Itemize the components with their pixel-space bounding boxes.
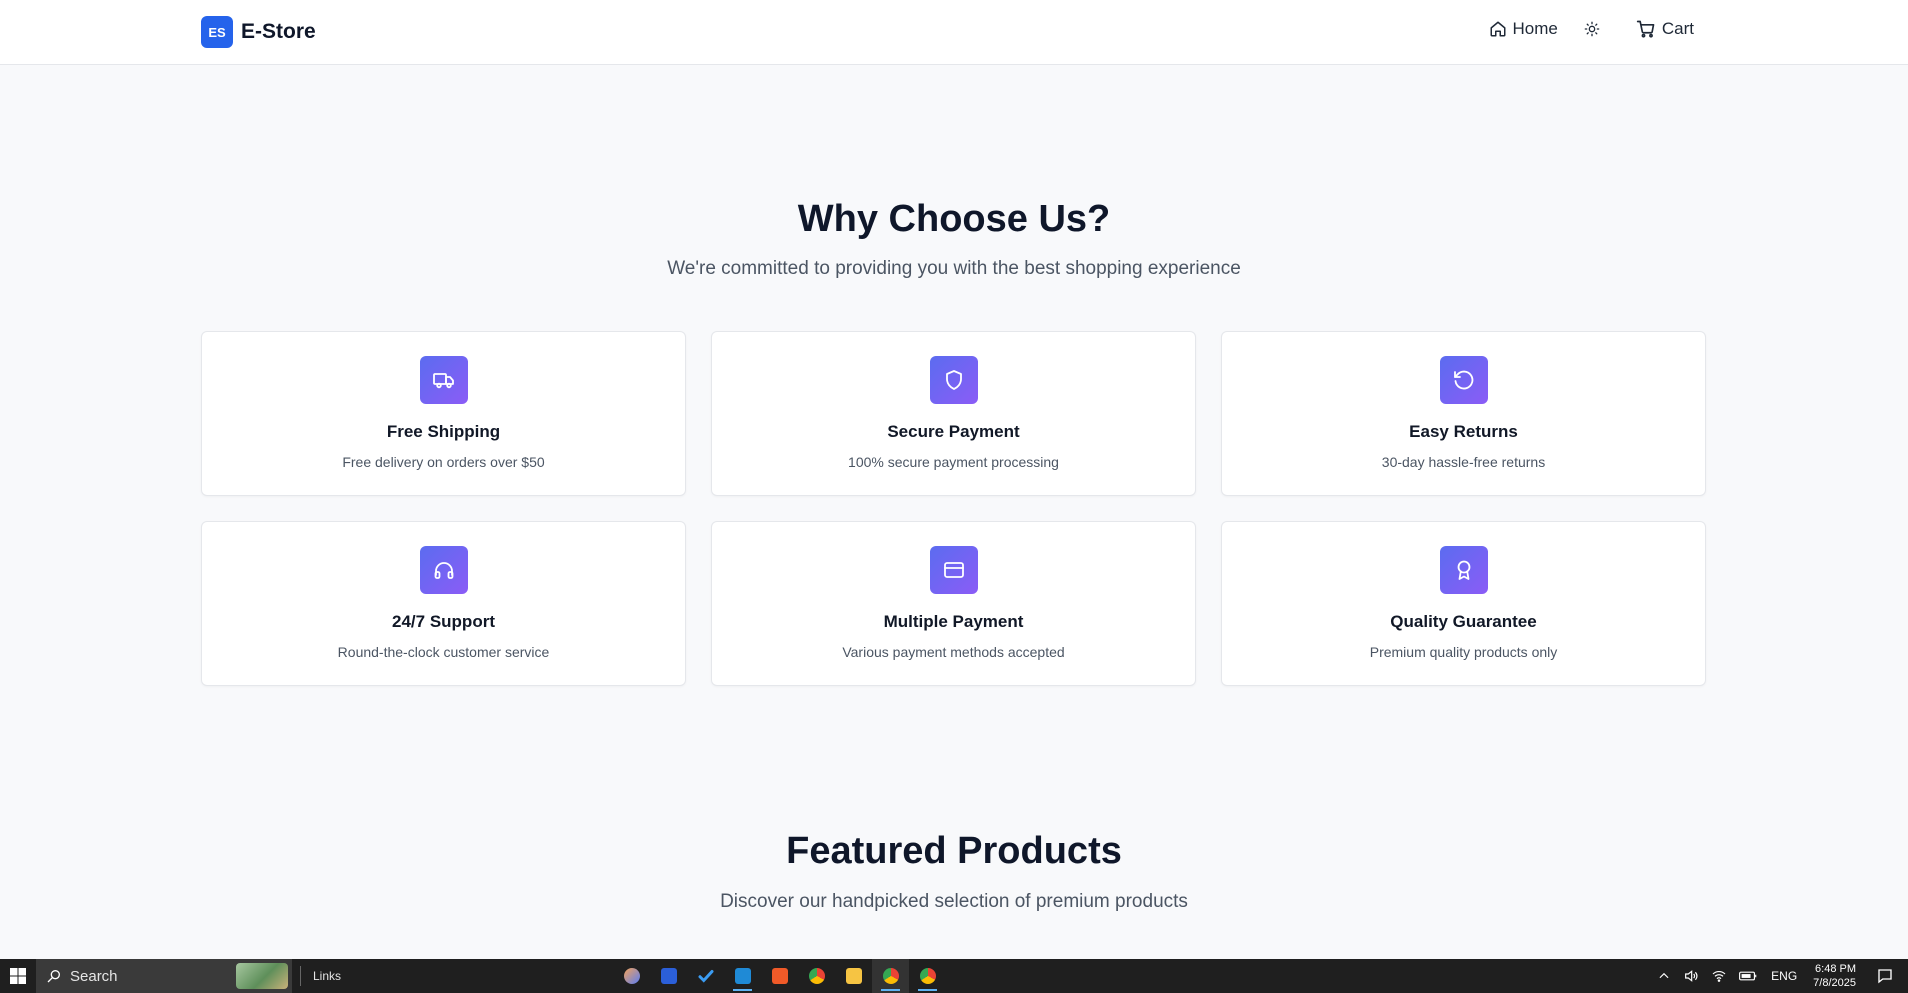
taskbar-app-todo[interactable] xyxy=(687,959,724,993)
cart-icon xyxy=(1636,20,1655,38)
nav-menu: Home Cart xyxy=(1489,19,1694,39)
clock[interactable]: 6:48 PM 7/8/2025 xyxy=(1813,962,1856,990)
why-choose-us-heading: Why Choose Us? xyxy=(797,198,1111,240)
screen: ES E-Store Home Cart Why Choose Us? We'r… xyxy=(0,0,1908,993)
taskbar-apps xyxy=(613,959,946,993)
nav-cart-link[interactable]: Cart xyxy=(1636,19,1694,39)
checkmark-icon xyxy=(698,970,713,983)
credit-card-icon xyxy=(929,546,978,594)
taskbar-app-chrome-active[interactable] xyxy=(872,959,909,993)
chrome-icon xyxy=(919,968,936,984)
system-tray: ENG 6:48 PM 7/8/2025 xyxy=(1651,962,1908,990)
folder-icon xyxy=(845,968,862,984)
feature-title: Multiple Payment xyxy=(883,612,1024,631)
featured-products-heading: Featured Products xyxy=(786,830,1122,872)
speaker-icon[interactable] xyxy=(1683,968,1699,984)
why-choose-us-subtitle: We're committed to providing you with th… xyxy=(667,258,1241,279)
headphones-icon xyxy=(419,546,468,594)
brave-icon xyxy=(771,968,788,984)
navbar: ES E-Store Home Cart xyxy=(0,0,1908,65)
taskbar-search[interactable]: Search xyxy=(36,959,292,993)
taskbar-app-chrome[interactable] xyxy=(798,959,835,993)
taskbar-app-word[interactable] xyxy=(650,959,687,993)
start-button[interactable] xyxy=(0,959,36,993)
shield-icon xyxy=(929,356,978,404)
taskbar: Search Links ENG 6:48 PM 7/8/2025 xyxy=(0,959,1908,993)
feature-title: Quality Guarantee xyxy=(1390,612,1537,631)
chrome-icon xyxy=(808,968,825,984)
feature-description: Premium quality products only xyxy=(1369,644,1558,660)
vscode-icon xyxy=(734,968,751,984)
rotate-ccw-icon xyxy=(1439,356,1488,404)
feature-card-free-shipping: Free Shipping Free delivery on orders ov… xyxy=(201,331,686,496)
language-indicator[interactable]: ENG xyxy=(1771,969,1797,983)
word-icon xyxy=(660,968,677,984)
features-grid: Free Shipping Free delivery on orders ov… xyxy=(201,331,1706,686)
search-placeholder: Search xyxy=(70,967,118,985)
brand-link[interactable]: ES E-Store xyxy=(201,16,316,48)
feature-card-multiple-payment: Multiple Payment Various payment methods… xyxy=(711,521,1196,686)
taskbar-divider xyxy=(300,966,301,986)
taskbar-app-copilot[interactable] xyxy=(613,959,650,993)
sun-icon xyxy=(1584,21,1600,37)
feature-title: 24/7 Support xyxy=(392,612,495,631)
taskbar-app-chrome-profile[interactable] xyxy=(909,959,946,993)
feature-description: 100% secure payment processing xyxy=(848,454,1059,470)
feature-card-quality-guarantee: Quality Guarantee Premium quality produc… xyxy=(1221,521,1706,686)
truck-icon xyxy=(419,356,468,404)
chevron-up-icon[interactable] xyxy=(1657,969,1671,983)
nav-home-label: Home xyxy=(1512,19,1558,38)
battery-icon[interactable] xyxy=(1739,969,1757,983)
search-icon xyxy=(47,970,60,983)
taskbar-app-vscode[interactable] xyxy=(724,959,761,993)
windows-logo-icon xyxy=(10,968,26,984)
feature-title: Secure Payment xyxy=(887,422,1020,441)
feature-title: Easy Returns xyxy=(1409,422,1518,441)
feature-description: Various payment methods accepted xyxy=(842,644,1065,660)
feature-card-support: 24/7 Support Round-the-clock customer se… xyxy=(201,521,686,686)
notification-icon[interactable] xyxy=(1876,967,1894,985)
browser-viewport: ES E-Store Home Cart Why Choose Us? We'r… xyxy=(0,0,1908,959)
clock-time: 6:48 PM xyxy=(1815,963,1856,975)
brand-logo: ES xyxy=(201,16,233,48)
copilot-icon xyxy=(623,968,640,984)
wifi-icon[interactable] xyxy=(1711,968,1727,984)
search-highlight-image xyxy=(236,963,288,989)
taskbar-app-file-explorer[interactable] xyxy=(835,959,872,993)
award-icon xyxy=(1439,546,1488,594)
feature-card-secure-payment: Secure Payment 100% secure payment proce… xyxy=(711,331,1196,496)
clock-date: 7/8/2025 xyxy=(1813,977,1856,989)
feature-description: Free delivery on orders over $50 xyxy=(342,454,545,470)
nav-cart-label: Cart xyxy=(1661,19,1694,38)
taskbar-app-brave[interactable] xyxy=(761,959,798,993)
feature-description: Round-the-clock customer service xyxy=(337,644,550,660)
home-icon xyxy=(1490,21,1506,37)
chrome-icon xyxy=(882,968,899,984)
feature-title: Free Shipping xyxy=(386,422,501,441)
feature-description: 30-day hassle-free returns xyxy=(1381,454,1546,470)
brand-name: E-Store xyxy=(241,20,316,43)
links-toolbar[interactable]: Links xyxy=(313,969,613,983)
theme-toggle-button[interactable] xyxy=(1584,21,1600,37)
feature-card-easy-returns: Easy Returns 30-day hassle-free returns xyxy=(1221,331,1706,496)
nav-home-link[interactable]: Home xyxy=(1489,19,1558,39)
featured-products-subtitle: Discover our handpicked selection of pre… xyxy=(720,891,1188,912)
